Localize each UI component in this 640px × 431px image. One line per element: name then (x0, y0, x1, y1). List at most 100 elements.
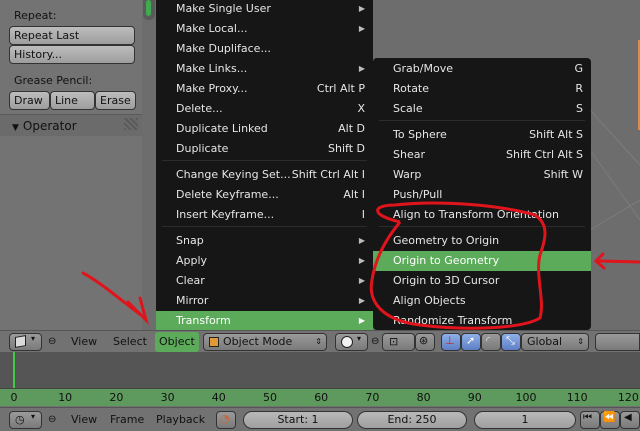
menu-item-origin-to-3d-cursor[interactable]: Origin to 3D Cursor (373, 271, 591, 291)
layer-buttons[interactable] (595, 333, 640, 351)
header-view-menu[interactable]: View (71, 333, 97, 351)
play-reverse-icon: ◀ (624, 412, 632, 423)
menu-item-randomize-transform[interactable]: Randomize Transform (373, 311, 591, 331)
chevron-down-icon: ▾ (31, 334, 36, 343)
play-reverse-button[interactable]: ◀ (620, 411, 640, 429)
menu-item-mirror[interactable]: Mirror ▶ (156, 291, 373, 311)
menu-item-shortcut: Alt D (338, 122, 365, 135)
menu-item-label: Make Links... (176, 62, 248, 75)
menu-item-label: Transform (176, 314, 231, 327)
menu-item-label: Duplicate (176, 142, 229, 155)
menu-item-make-single-user[interactable]: Make Single User ▶ (156, 0, 373, 19)
menu-item-origin-to-geometry[interactable]: Origin to Geometry (373, 251, 591, 271)
timeline-tick-label: 60 (314, 391, 329, 404)
menu-item-delete-keyframe[interactable]: Delete Keyframe... Alt I (156, 185, 373, 205)
menu-item-delete[interactable]: Delete... X (156, 99, 373, 119)
menu-item-make-proxy[interactable]: Make Proxy... Ctrl Alt P (156, 79, 373, 99)
translate-manipulator-toggle[interactable]: ⊥ (441, 333, 461, 351)
menu-item-label: Duplicate Linked (176, 122, 268, 135)
pivot-point-button[interactable]: ⊡ (382, 333, 415, 351)
start-frame-label: Start: 1 (277, 413, 319, 426)
timeline-playback-menu[interactable]: Playback (156, 411, 205, 429)
menu-item-change-keying-set[interactable]: Change Keying Set... Shift Ctrl Alt I (156, 165, 373, 185)
stopwatch-icon: ◔ (220, 412, 230, 425)
menu-item-align-objects[interactable]: Align Objects (373, 291, 591, 311)
menu-item-scale[interactable]: Scale S (373, 99, 591, 119)
clock-icon: ◷ (15, 413, 25, 426)
menu-item-label: Warp (393, 168, 422, 181)
grease-line-button[interactable]: Line (50, 91, 95, 110)
minus-icon[interactable]: ⊖ (48, 411, 56, 429)
prev-keyframe-button[interactable]: ⏪ (600, 411, 620, 429)
header-select-menu[interactable]: Select (113, 333, 147, 351)
start-frame-field[interactable]: Start: 1 (243, 411, 353, 429)
object-menu: Make Single User ▶ Make Local... ▶ Make Dupl… (156, 0, 373, 331)
timeline-tick-label: 0 (10, 391, 18, 404)
timeline-tick-label: 40 (211, 391, 226, 404)
menu-item-warp[interactable]: Warp Shift W (373, 165, 591, 185)
menu-separator (379, 120, 585, 121)
menu-item-rotate[interactable]: Rotate R (373, 79, 591, 99)
menu-separator (379, 226, 585, 227)
history-button[interactable]: History... (9, 45, 135, 64)
menu-separator (162, 226, 367, 227)
timeline-frame-menu[interactable]: Frame (110, 411, 144, 429)
minus-icon[interactable]: ⊖ (371, 333, 379, 351)
menu-item-to-sphere[interactable]: To Sphere Shift Alt S (373, 125, 591, 145)
menu-item-make-links[interactable]: Make Links... ▶ (156, 59, 373, 79)
scale-manipulator-toggle[interactable]: ⤡ (501, 333, 521, 351)
current-frame-field[interactable]: 1 (474, 411, 576, 429)
menu-item-align-to-transform-orientation[interactable]: Align to Transform Orientation (373, 205, 591, 225)
grease-erase-button[interactable]: Erase (95, 91, 136, 110)
timeline-area[interactable] (0, 352, 640, 388)
menu-item-label: Scale (393, 102, 423, 115)
manipulator-toggle[interactable]: ⊛ (415, 333, 435, 351)
viewport-shading-button[interactable]: ▾ (335, 333, 368, 351)
menu-item-shortcut: G (574, 62, 583, 75)
operator-panel-header[interactable]: ▼ Operator (0, 114, 142, 136)
menu-item-label: Delete Keyframe... (176, 188, 279, 201)
menu-item-snap[interactable]: Snap ▶ (156, 231, 373, 251)
editor-type-button[interactable]: ◷ ▾ (9, 411, 42, 429)
timeline-view-menu[interactable]: View (71, 411, 97, 429)
viewport-scrollbar[interactable] (143, 0, 155, 20)
minus-icon[interactable]: ⊖ (48, 333, 56, 351)
keying-icon[interactable]: ◔ (216, 411, 236, 429)
header-object-menu[interactable]: Object (155, 332, 199, 352)
menu-item-shear[interactable]: Shear Shift Ctrl Alt S (373, 145, 591, 165)
arrow-manipulator-toggle[interactable]: ➚ (461, 333, 481, 351)
menu-item-make-local[interactable]: Make Local... ▶ (156, 19, 373, 39)
resize-grip-icon[interactable] (124, 118, 138, 130)
repeat-title: Repeat: (14, 9, 57, 22)
editor-type-button[interactable]: ▾ (9, 333, 42, 351)
menu-item-clear[interactable]: Clear ▶ (156, 271, 373, 291)
repeat-last-button[interactable]: Repeat Last (9, 26, 135, 45)
grease-draw-button[interactable]: Draw (9, 91, 50, 110)
menu-item-make-dupliface[interactable]: Make Dupliface... (156, 39, 373, 59)
menu-item-duplicate-linked[interactable]: Duplicate Linked Alt D (156, 119, 373, 139)
menu-item-apply[interactable]: Apply ▶ (156, 251, 373, 271)
transform-orientation-selector[interactable]: Global ⇕ (521, 333, 589, 351)
mode-label: Object Mode (223, 335, 293, 348)
submenu-arrow-icon: ▶ (358, 64, 365, 73)
menu-item-shortcut: Shift Ctrl Alt S (506, 148, 583, 161)
end-frame-label: End: 250 (387, 413, 437, 426)
menu-item-label: Make Proxy... (176, 82, 248, 95)
submenu-arrow-icon: ▶ (358, 256, 365, 265)
menu-item-push-pull[interactable]: Push/Pull (373, 185, 591, 205)
viewport-header: ▾ ⊖ View Select Object Object Mode ⇕ ▾ ⊖… (0, 330, 640, 352)
menu-item-label: Make Local... (176, 22, 248, 35)
menu-item-insert-keyframe[interactable]: Insert Keyframe... I (156, 205, 373, 225)
menu-item-duplicate[interactable]: Duplicate Shift D (156, 139, 373, 159)
menu-item-grab-move[interactable]: Grab/Move G (373, 59, 591, 79)
end-frame-field[interactable]: End: 250 (357, 411, 467, 429)
timeline-ruler[interactable]: 0 10 20 30 40 50 60 70 80 90 100 110 120 (0, 388, 640, 406)
menu-item-shortcut: R (575, 82, 583, 95)
menu-item-geometry-to-origin[interactable]: Geometry to Origin (373, 231, 591, 251)
rotate-manipulator-toggle[interactable]: ◜ (481, 333, 501, 351)
menu-item-label: Shear (393, 148, 425, 161)
timeline-tick-label: 110 (566, 391, 588, 404)
menu-item-transform[interactable]: Transform ▶ (156, 311, 373, 331)
mode-selector[interactable]: Object Mode ⇕ (203, 333, 327, 351)
jump-start-button[interactable]: ⏮ (580, 411, 600, 429)
